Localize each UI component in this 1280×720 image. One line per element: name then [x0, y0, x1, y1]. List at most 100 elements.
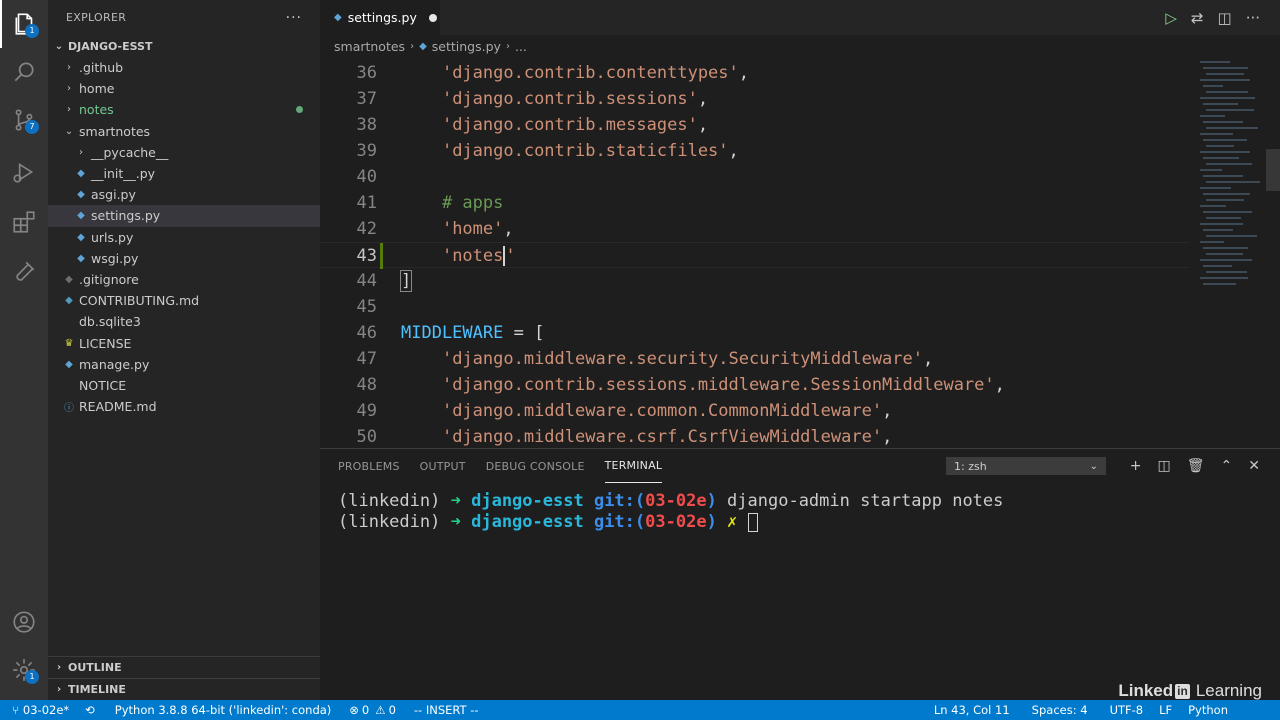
minimap-line — [1206, 109, 1254, 111]
split-editor-icon[interactable]: ◫ — [1218, 9, 1232, 27]
code-text: # apps — [401, 190, 503, 216]
more-actions-icon[interactable]: ··· — [1246, 9, 1260, 27]
tree-item-label: urls.py — [91, 229, 134, 245]
encoding-status[interactable]: UTF-8 — [1096, 700, 1152, 720]
minimap-line — [1200, 259, 1252, 261]
terminal-output[interactable]: (linkedin) ➜ django-esst git:(03-02e) dj… — [338, 491, 1003, 533]
terminal-select[interactable]: 1: zsh ⌄ — [946, 457, 1106, 475]
language-status[interactable]: Python — [1180, 700, 1236, 720]
eol-status[interactable]: LF — [1151, 700, 1180, 720]
timeline-title: TIMELINE — [68, 683, 126, 696]
minimap-line — [1203, 211, 1252, 213]
maximize-panel-icon[interactable]: ⌃ — [1221, 458, 1233, 474]
panel-tab-problems[interactable]: PROBLEMS — [338, 449, 400, 483]
accounts-activity-button[interactable] — [0, 598, 48, 646]
code-line[interactable]: 39 'django.contrib.staticfiles', — [320, 138, 1190, 164]
trash-icon[interactable]: 🗑 — [1187, 458, 1205, 474]
tree-item[interactable]: ◆ manage.py — [48, 354, 320, 375]
code-line[interactable]: 36 'django.contrib.contenttypes', — [320, 60, 1190, 86]
tree-item[interactable]: › .github — [48, 57, 320, 78]
minimap-line — [1203, 247, 1248, 249]
sidebar-bottom-sections: › OUTLINE › TIMELINE — [48, 656, 320, 700]
code-line[interactable]: 41 # apps — [320, 190, 1190, 216]
tree-item[interactable]: ◆ settings.py — [48, 205, 320, 227]
testing-activity-button[interactable] — [0, 248, 48, 296]
code-line[interactable]: 42 'home', — [320, 216, 1190, 242]
branch-status[interactable]: ⑂ 03-02e* — [0, 700, 77, 720]
more-actions-icon[interactable]: ··· — [286, 10, 302, 26]
code-line[interactable]: 37 'django.contrib.sessions', — [320, 86, 1190, 112]
tree-item[interactable]: ◆ __init__.py — [48, 163, 320, 184]
tree-item[interactable]: ◆ asgi.py — [48, 184, 320, 205]
code-token-tail: = [ — [503, 323, 545, 343]
tree-item[interactable]: NOTICE — [48, 375, 320, 396]
editor-scrollbar-thumb[interactable] — [1266, 149, 1280, 191]
tree-item[interactable]: › home — [48, 78, 320, 99]
explorer-sidebar: EXPLORER ··· ⌄ DJANGO-ESST › .github › home… — [48, 0, 320, 700]
source-control-activity-button[interactable]: 7 — [0, 96, 48, 144]
search-activity-button[interactable] — [0, 48, 48, 96]
run-python-file-icon[interactable]: ▷ — [1165, 9, 1177, 27]
tree-item-label: __pycache__ — [91, 144, 169, 160]
panel-tab-output[interactable]: OUTPUT — [420, 449, 466, 483]
minimap-line — [1200, 133, 1233, 135]
interpreter-status[interactable]: Python 3.8.8 64-bit ('linkedin': conda) — [103, 700, 339, 720]
tree-item[interactable]: db.sqlite3 — [48, 311, 320, 332]
code-line[interactable]: 38 'django.contrib.messages', — [320, 112, 1190, 138]
breadcrumb-more[interactable]: ... — [515, 39, 527, 54]
tree-item[interactable]: › __pycache__ — [48, 142, 320, 163]
project-section-header[interactable]: ⌄ DJANGO-ESST — [48, 35, 320, 57]
tree-item[interactable]: › notes — [48, 99, 320, 120]
tree-item-label: wsgi.py — [91, 250, 139, 266]
extensions-activity-button[interactable] — [0, 198, 48, 246]
code-line[interactable]: 50 'django.middleware.csrf.CsrfViewMiddl… — [320, 424, 1190, 448]
tree-item[interactable]: ◆ urls.py — [48, 227, 320, 248]
code-line[interactable]: 44] — [320, 268, 1190, 294]
breadcrumb-file[interactable]: settings.py — [432, 39, 501, 54]
minimap-line — [1206, 253, 1243, 255]
python-file-icon: ◆ — [77, 252, 85, 264]
code-editor[interactable]: 36 'django.contrib.contenttypes', 37 'dja… — [320, 57, 1280, 448]
chevron-right-icon: › — [67, 62, 71, 74]
code-text: 'django.contrib.sessions.middleware.Sess… — [401, 372, 1005, 398]
panel-tab-debug-console[interactable]: DEBUG CONSOLE — [486, 449, 585, 483]
problems-status[interactable]: ⊗ 0 ⚠ 0 — [339, 700, 404, 720]
explorer-badge: 1 — [25, 24, 39, 38]
manage-activity-button[interactable]: 1 — [0, 646, 48, 694]
chevron-down-icon: ⌄ — [54, 40, 64, 52]
indentation-status[interactable]: Spaces: 4 — [1018, 700, 1096, 720]
chevron-right-icon: › — [56, 684, 62, 695]
code-line[interactable]: 43 'notes ' — [320, 242, 1190, 269]
unsaved-dot-icon[interactable] — [428, 13, 437, 22]
tree-item[interactable]: ◆ .gitignore — [48, 269, 320, 290]
close-icon[interactable]: ✕ — [1248, 458, 1260, 474]
explorer-activity-button[interactable]: 1 — [0, 0, 48, 48]
cursor-position-status[interactable]: Ln 43, Col 11 — [926, 700, 1018, 720]
source-control-badge: 7 — [25, 120, 39, 134]
terminal-dir: django-esst — [471, 491, 584, 511]
tree-item[interactable]: ♛ LICENSE — [48, 332, 320, 353]
outline-section-header[interactable]: › OUTLINE — [48, 656, 320, 678]
code-line[interactable]: 49 'django.middleware.common.CommonMiddl… — [320, 398, 1190, 424]
tab-settings-py[interactable]: ◆ settings.py — [320, 0, 440, 35]
code-line[interactable]: 47 'django.middleware.security.SecurityM… — [320, 346, 1190, 372]
new-terminal-icon[interactable]: + — [1130, 458, 1142, 474]
split-terminal-icon[interactable]: ◫ — [1158, 458, 1171, 474]
minimap-line — [1200, 79, 1250, 81]
breadcrumb-folder[interactable]: smartnotes — [334, 39, 405, 54]
open-changes-icon[interactable]: ⇄ — [1191, 9, 1204, 27]
run-debug-activity-button[interactable] — [0, 148, 48, 196]
code-token: 'django.contrib.contenttypes' — [441, 63, 739, 83]
minimap[interactable] — [1196, 57, 1266, 448]
sync-status[interactable]: ⟲ — [77, 700, 103, 720]
code-line[interactable]: 48 'django.contrib.sessions.middleware.S… — [320, 372, 1190, 398]
code-line[interactable]: 46 MIDDLEWARE = [ — [320, 320, 1190, 346]
code-line[interactable]: 45 — [320, 294, 1190, 320]
tree-item[interactable]: ◆ wsgi.py — [48, 248, 320, 269]
tree-item[interactable]: ⌄ smartnotes — [48, 121, 320, 142]
panel-tab-terminal[interactable]: TERMINAL — [604, 449, 663, 483]
tree-item[interactable]: ◆ CONTRIBUTING.md — [48, 290, 320, 311]
code-line[interactable]: 40 — [320, 164, 1190, 190]
tree-item[interactable]: ⓘ README.md — [48, 396, 320, 417]
timeline-section-header[interactable]: › TIMELINE — [48, 678, 320, 700]
